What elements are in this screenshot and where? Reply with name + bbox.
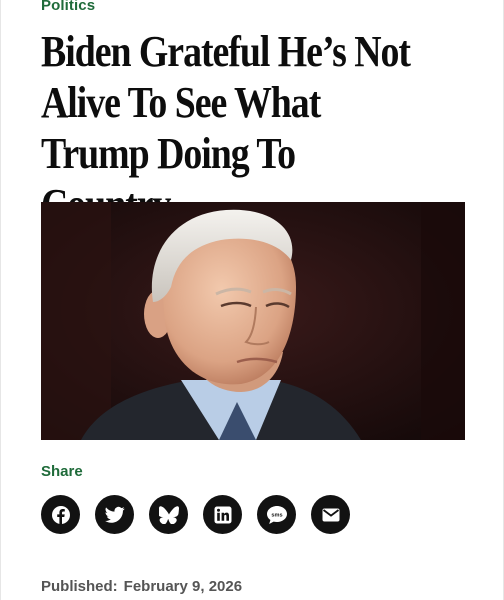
share-email-button[interactable]	[311, 495, 350, 534]
share-buttons: sms	[41, 495, 350, 534]
facebook-icon	[51, 505, 70, 524]
share-linkedin-button[interactable]	[203, 495, 242, 534]
bluesky-icon	[158, 505, 179, 524]
share-twitter-button[interactable]	[95, 495, 134, 534]
share-bluesky-button[interactable]	[149, 495, 188, 534]
linkedin-icon	[214, 506, 231, 523]
twitter-icon	[104, 506, 125, 523]
portrait-illustration	[41, 202, 465, 440]
article-headline: Biden Grateful He’s Not Alive To See Wha…	[41, 27, 411, 229]
share-facebook-button[interactable]	[41, 495, 80, 534]
published-info: Published: February 9, 2026	[41, 578, 242, 595]
share-label: Share	[41, 463, 83, 480]
share-sms-button[interactable]: sms	[257, 495, 296, 534]
article-page: Politics Biden Grateful He’s Not Alive T…	[0, 0, 504, 600]
published-date: February 9, 2026	[123, 578, 243, 595]
published-label: Published:	[41, 578, 118, 595]
email-icon	[322, 508, 339, 521]
section-link[interactable]: Politics	[41, 0, 95, 14]
sms-icon-text: sms	[271, 512, 282, 518]
sms-icon: sms	[266, 505, 287, 524]
article-photo	[41, 202, 465, 440]
